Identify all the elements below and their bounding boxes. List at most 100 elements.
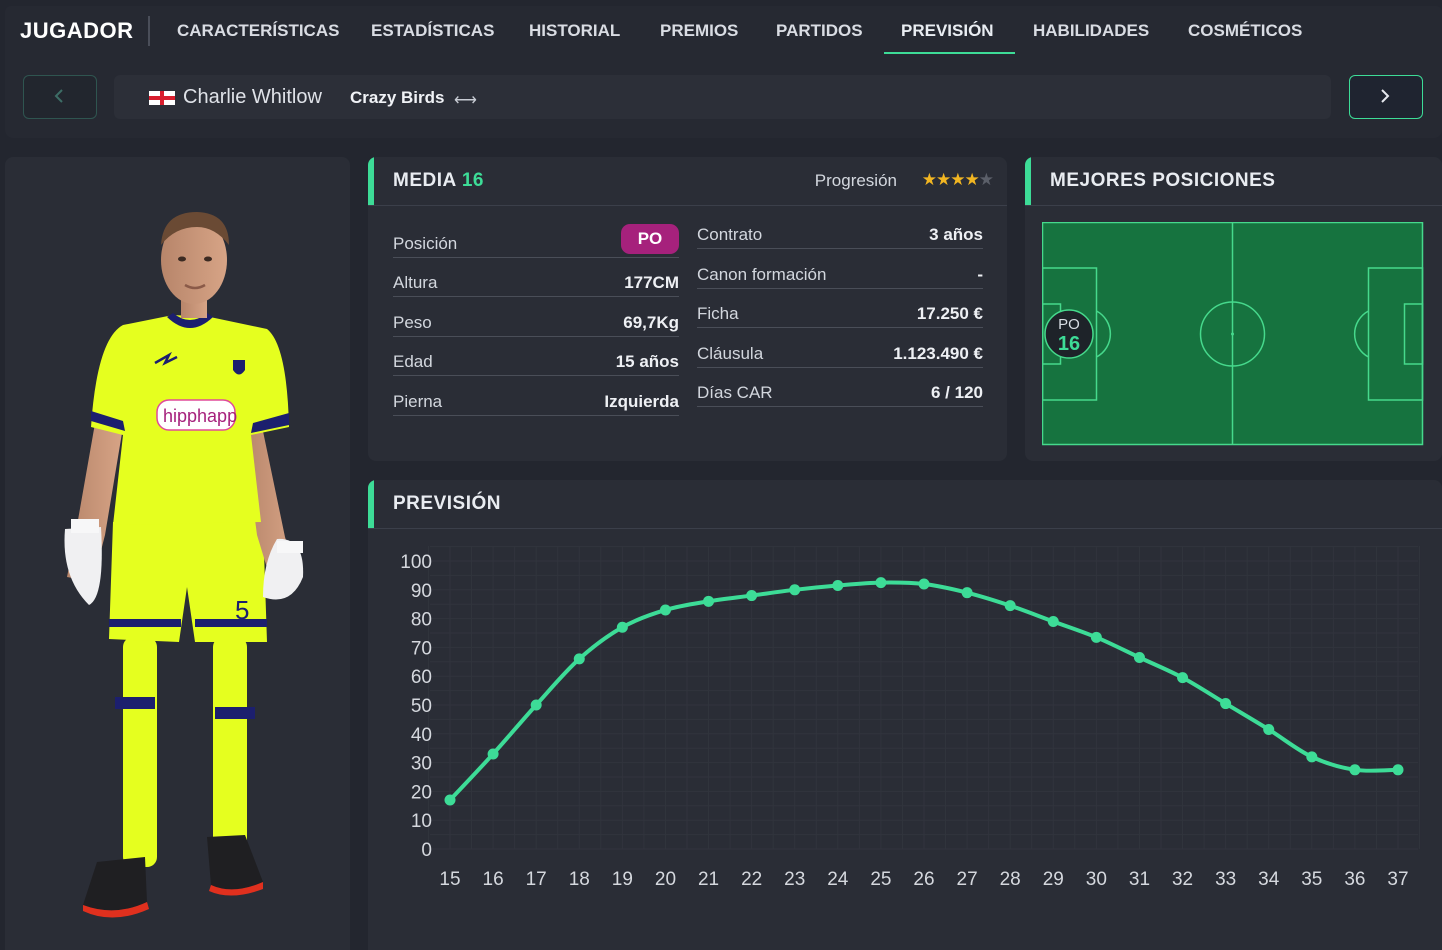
media-value: 16: [461, 170, 484, 191]
y-tick-label: 40: [411, 725, 432, 746]
previous-player-button[interactable]: [23, 75, 97, 119]
forecast-data-point: [1090, 631, 1102, 643]
progression-stars: ★★★★★: [922, 170, 994, 190]
x-tick-label: 28: [1000, 869, 1021, 890]
best-positions-panel: MEJORES POSICIONES PO 16: [1025, 157, 1442, 461]
player-team[interactable]: Crazy Birds: [350, 88, 444, 108]
forecast-data-point: [1306, 751, 1318, 763]
forecast-data-point: [1349, 764, 1361, 776]
shorts-number: 5: [235, 595, 249, 625]
football-pitch: PO 16: [1042, 222, 1424, 446]
right-boot: [207, 835, 263, 890]
y-tick-label: 30: [411, 754, 432, 775]
tab-cosmeticos[interactable]: COSMÉTICOS: [1188, 21, 1302, 41]
forecast-panel: PREVISIÓN 0 10 20 30 40 50 60 70 80 90 100 15 16 17 18…: [368, 480, 1442, 950]
left-glove: [64, 527, 102, 605]
tab-estadisticas[interactable]: ESTADÍSTICAS: [371, 21, 494, 41]
x-tick-label: 17: [526, 869, 547, 890]
forecast-data-point: [1004, 600, 1016, 612]
x-tick-label: 22: [741, 869, 762, 890]
forecast-data-point: [487, 748, 499, 760]
tab-historial[interactable]: HISTORIAL: [529, 21, 620, 41]
media-title: MEDIA 16: [393, 170, 484, 191]
forecast-data-point: [961, 587, 973, 599]
stat-row-release-clause: Cláusula 1.123.490 €: [697, 339, 983, 368]
y-tick-label: 100: [400, 552, 432, 573]
x-tick-label: 34: [1258, 869, 1280, 890]
x-tick-label: 32: [1172, 869, 1193, 890]
chevron-left-icon: [54, 89, 63, 103]
sponsor-text: hipphapp: [163, 406, 237, 426]
stat-row-height: Altura 177CM: [393, 268, 679, 297]
position-badge: PO: [621, 224, 679, 254]
forecast-data-point: [703, 595, 715, 607]
best-positions-title: MEJORES POSICIONES: [1050, 170, 1276, 191]
tab-habilidades[interactable]: HABILIDADES: [1033, 21, 1149, 41]
stat-row-foot: Pierna Izquierda: [393, 387, 679, 416]
forecast-data-point: [1177, 672, 1189, 684]
x-tick-label: 18: [569, 869, 590, 890]
star-empty-icon: ★: [978, 170, 994, 189]
forecast-data-point: [1263, 723, 1275, 735]
x-tick-label: 25: [870, 869, 891, 890]
media-panel: MEDIA 16 Progresión ★★★★★ Posición PO Al…: [368, 157, 1007, 461]
transfer-arrows-icon: ⟷: [454, 92, 477, 109]
tab-premios[interactable]: PREMIOS: [660, 21, 738, 41]
player-avatar-panel: 5 hipphapp: [5, 157, 350, 950]
forecast-data-point: [530, 699, 542, 711]
forecast-data-point: [616, 621, 628, 633]
y-tick-label: 50: [411, 696, 432, 717]
progression-label: Progresión: [814, 171, 897, 190]
x-tick-label: 23: [784, 869, 805, 890]
x-tick-label: 19: [612, 869, 633, 890]
forecast-data-point: [659, 604, 671, 616]
star-filled-icon: ★: [950, 170, 965, 189]
tab-caracteristicas[interactable]: CARACTERÍSTICAS: [177, 21, 339, 41]
y-tick-label: 90: [411, 581, 432, 602]
star-filled-icon: ★: [964, 170, 980, 189]
position-marker-goalkeeper[interactable]: PO 16: [1044, 309, 1094, 359]
forecast-data-point: [746, 590, 758, 602]
left-boot: [83, 857, 147, 911]
x-tick-label: 21: [698, 869, 719, 890]
forecast-data-point: [832, 579, 844, 591]
best-positions-header: MEJORES POSICIONES: [1025, 157, 1442, 206]
x-tick-label: 27: [957, 869, 978, 890]
player-name: Charlie Whitlow: [183, 86, 322, 108]
x-tick-label: 36: [1344, 869, 1365, 890]
position-marker-value: 16: [1058, 333, 1080, 355]
section-title: JUGADOR: [20, 18, 134, 43]
forecast-data-point: [1047, 615, 1059, 627]
forecast-data-point: [789, 584, 801, 596]
star-filled-icon: ★: [936, 170, 951, 189]
x-tick-label: 20: [655, 869, 676, 890]
chevron-right-icon: [1381, 89, 1390, 103]
x-tick-label: 29: [1043, 869, 1064, 890]
nav-divider: [148, 16, 150, 46]
x-tick-label: 37: [1387, 869, 1408, 890]
forecast-data-point: [573, 653, 585, 665]
tab-partidos[interactable]: PARTIDOS: [776, 21, 863, 41]
x-tick-label: 35: [1301, 869, 1322, 890]
left-sock: [123, 637, 157, 867]
y-tick-label: 10: [411, 811, 432, 832]
stat-row-contract: Contrato 3 años: [697, 220, 983, 249]
x-tick-label: 31: [1129, 869, 1150, 890]
forecast-data-point: [1392, 764, 1404, 776]
media-panel-header: MEDIA 16 Progresión ★★★★★: [368, 157, 1007, 206]
player-name-box: Charlie Whitlow Crazy Birds ⟷: [114, 75, 1331, 119]
top-nav: JUGADOR CARACTERÍSTICAS ESTADÍSTICAS HIS…: [5, 6, 1442, 55]
stat-row-car-days: Días CAR 6 / 120: [697, 378, 983, 407]
y-tick-label: 20: [411, 782, 432, 803]
forecast-data-point: [444, 794, 456, 806]
next-player-button[interactable]: [1349, 75, 1423, 119]
y-tick-label: 60: [411, 667, 432, 688]
tab-prevision[interactable]: PREVISIÓN: [901, 21, 994, 41]
x-tick-label: 15: [439, 869, 460, 890]
position-marker-label: PO: [1058, 316, 1080, 333]
forecast-data-point: [1133, 651, 1145, 663]
forecast-line-chart: 0 10 20 30 40 50 60 70 80 90 100 15 16 17 18 19 20 21 22 23…: [400, 546, 1421, 890]
player-bar: Charlie Whitlow Crazy Birds ⟷: [5, 54, 1442, 138]
stat-row-training-fee: Canon formación -: [697, 260, 983, 289]
x-tick-label: 26: [913, 869, 934, 890]
